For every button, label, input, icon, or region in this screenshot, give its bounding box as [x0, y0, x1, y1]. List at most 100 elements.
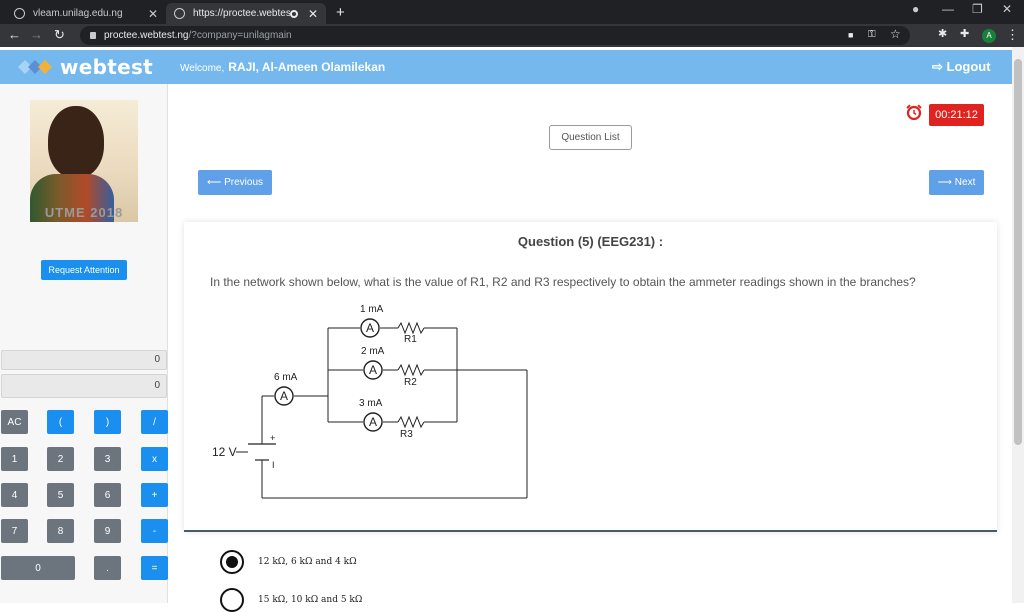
recording-icon: [289, 9, 298, 18]
option-text: 12 kΩ, 6 kΩ and 4 kΩ: [258, 557, 357, 567]
calculator-display-expression: 0: [1, 350, 167, 370]
minimize-icon[interactable]: —: [942, 2, 954, 16]
puzzle-icon[interactable]: ✚: [960, 27, 969, 40]
request-attention-button[interactable]: Request Attention: [41, 260, 127, 280]
calc-key-decimal[interactable]: .: [94, 556, 121, 580]
welcome-label: Welcome,: [180, 63, 225, 74]
calc-key-clear[interactable]: AC: [1, 410, 28, 434]
photo-stamp: UTME 2018: [44, 205, 124, 220]
lock-icon: [90, 32, 96, 39]
calc-key-5[interactable]: 5: [47, 483, 74, 507]
arrow-right-icon: ⟶: [937, 177, 955, 188]
browser-toolbar: ← → ↻ proctee.webtest.ng /?company=unila…: [0, 24, 1024, 47]
page-scrollbar[interactable]: [1012, 47, 1024, 603]
calc-key-0[interactable]: 0: [1, 556, 75, 580]
restore-icon[interactable]: ❐: [972, 2, 983, 16]
ammeter-2-symbol: A: [369, 363, 377, 377]
welcome-text: Welcome, RAJI, Al-Ameen Olamilekan: [180, 60, 385, 74]
previous-button[interactable]: ⟵ Previous: [198, 170, 272, 195]
circuit-diagram: A A A A 1 mA R1 2 mA R2 3 mA R3 6 mA 12 …: [212, 304, 528, 499]
option-text: 15 kΩ, 10 kΩ and 5 kΩ: [258, 595, 363, 605]
calc-key-4[interactable]: 4: [1, 483, 28, 507]
camera-icon[interactable]: ■: [848, 30, 853, 40]
tab-title: vleam.unilag.edu.ng: [33, 8, 123, 19]
question-card: Question (5) (EEG231) : In the network s…: [184, 222, 997, 532]
address-bar[interactable]: proctee.webtest.ng /?company=unilagmain: [80, 26, 910, 45]
close-tab-icon[interactable]: ✕: [148, 7, 158, 21]
battery-plus: +: [270, 433, 275, 443]
branch-2-current: 2 mA: [361, 346, 385, 357]
calc-key-6[interactable]: 6: [94, 483, 121, 507]
answer-option-1[interactable]: 12 kΩ, 6 kΩ and 4 kΩ: [220, 550, 357, 574]
radio-selected[interactable]: [220, 550, 244, 574]
card-divider: [184, 530, 997, 532]
countdown-timer: 00:21:12: [929, 104, 984, 126]
webtest-logo-icon: [18, 60, 52, 74]
star-icon[interactable]: ☆: [890, 27, 901, 41]
calc-key-minus[interactable]: -: [141, 519, 168, 543]
calculator-display-result: 0: [1, 374, 167, 398]
calc-key-multiply[interactable]: x: [141, 447, 168, 471]
sidebar: UTME 2018 Request Attention 0 0 AC ( ) /…: [0, 84, 168, 603]
app-header: webtest Welcome, RAJI, Al-Ameen Olamileka…: [0, 50, 1012, 84]
calc-key-equals[interactable]: =: [141, 556, 168, 580]
calc-key-3[interactable]: 3: [94, 447, 121, 471]
calc-key-divide[interactable]: /: [141, 410, 168, 434]
next-label: Next: [954, 177, 976, 188]
main-ammeter-symbol: A: [280, 389, 288, 403]
branch-3-current: 3 mA: [359, 398, 383, 409]
url-host: proctee.webtest.ng: [104, 30, 189, 41]
forward-icon[interactable]: →: [30, 27, 43, 42]
calc-key-7[interactable]: 7: [1, 519, 28, 543]
calc-key-2[interactable]: 2: [47, 447, 74, 471]
calc-key-open-paren[interactable]: (: [47, 410, 74, 434]
menu-dots-icon[interactable]: ⋮: [1006, 27, 1019, 43]
calc-key-8[interactable]: 8: [47, 519, 74, 543]
profile-avatar[interactable]: A: [982, 29, 996, 43]
new-tab-icon[interactable]: +: [336, 4, 345, 21]
previous-label: Previous: [224, 177, 264, 188]
brand-name: webtest: [60, 55, 154, 79]
reload-icon[interactable]: ↻: [54, 27, 65, 43]
close-tab-icon[interactable]: ✕: [308, 7, 318, 21]
logout-icon: ⇨: [932, 59, 947, 74]
browser-tab-vleam[interactable]: vleam.unilag.edu.ng ✕: [6, 3, 166, 24]
branch-1-current: 1 mA: [360, 304, 384, 315]
radio-unselected[interactable]: [220, 588, 244, 612]
logout-button[interactable]: ⇨ Logout: [932, 59, 991, 75]
browser-tab-proctee[interactable]: https://proctee.webtest.ng/ ✕: [166, 3, 326, 24]
globe-icon: [174, 8, 185, 19]
logout-label: Logout: [946, 59, 991, 74]
battery-minus: I: [272, 460, 275, 470]
calc-key-close-paren[interactable]: ): [94, 410, 121, 434]
key-icon[interactable]: ⚿: [868, 29, 876, 40]
candidate-photo: UTME 2018: [30, 100, 138, 222]
extension-icon[interactable]: ✱: [938, 27, 947, 40]
question-list-button[interactable]: Question List: [549, 125, 632, 150]
tab-search-icon[interactable]: ●: [912, 2, 919, 16]
branch-1-resistor: R1: [404, 334, 417, 345]
answer-option-2[interactable]: 15 kΩ, 10 kΩ and 5 kΩ: [220, 588, 362, 612]
tab-title: https://proctee.webtest.ng/: [193, 8, 290, 19]
calc-key-1[interactable]: 1: [1, 447, 28, 471]
question-title: Question (5) (EEG231) :: [517, 234, 664, 249]
ammeter-3-symbol: A: [369, 415, 377, 429]
main-meter-current: 6 mA: [274, 372, 298, 383]
user-name: RAJI, Al-Ameen Olamilekan: [228, 60, 386, 74]
scrollbar-thumb[interactable]: [1014, 59, 1022, 445]
ammeter-1-symbol: A: [366, 321, 374, 335]
branch-3-resistor: R3: [400, 429, 413, 440]
question-text: In the network shown below, what is the …: [210, 275, 916, 289]
arrow-left-icon: ⟵: [206, 177, 225, 188]
globe-icon: [14, 8, 25, 19]
url-path: /?company=unilagmain: [188, 30, 292, 41]
calc-key-9[interactable]: 9: [94, 519, 121, 543]
alarm-clock-icon: [906, 104, 922, 120]
browser-tab-strip: vleam.unilag.edu.ng ✕ https://proctee.we…: [0, 0, 1024, 24]
next-button[interactable]: ⟶ Next: [929, 170, 984, 195]
close-window-icon[interactable]: ✕: [1002, 2, 1012, 16]
source-voltage: 12 V: [212, 445, 237, 459]
calc-key-plus[interactable]: +: [141, 483, 168, 507]
branch-2-resistor: R2: [404, 377, 417, 388]
back-icon[interactable]: ←: [8, 27, 21, 42]
